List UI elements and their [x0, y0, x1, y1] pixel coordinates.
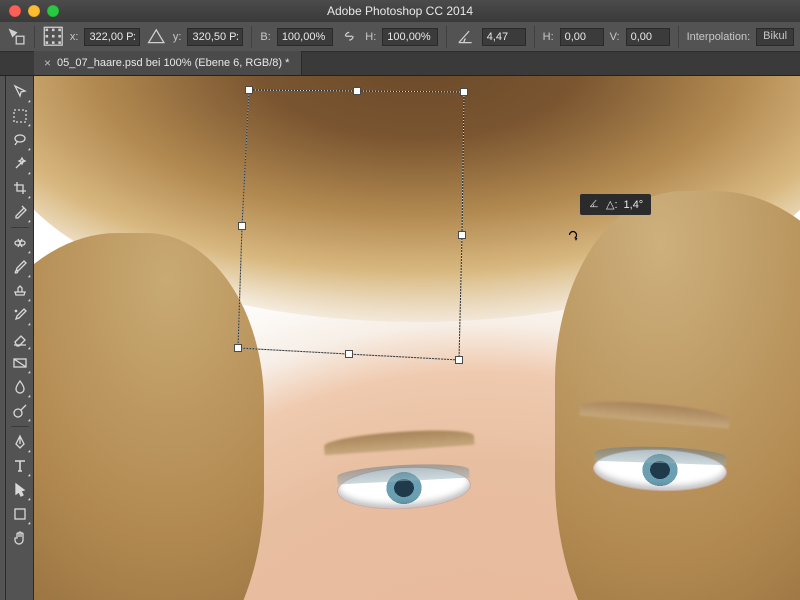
- options-bar: x: y: B: H: H: V: Interpolation: Bikul: [0, 22, 800, 52]
- interpolation-label: Interpolation:: [687, 31, 751, 43]
- blur-tool[interactable]: [8, 375, 32, 399]
- eyedropper-tool[interactable]: [8, 200, 32, 224]
- type-tool[interactable]: [8, 454, 32, 478]
- shape-tool[interactable]: [8, 502, 32, 526]
- transform-angle-tooltip: △: 1,4°: [580, 194, 651, 215]
- gradient-tool[interactable]: [8, 351, 32, 375]
- angle-tooltip-icon: [588, 197, 600, 212]
- angle-tooltip-prefix: △:: [606, 198, 618, 211]
- close-tab-icon[interactable]: ×: [44, 57, 51, 69]
- transform-handle-sw[interactable]: [234, 344, 242, 352]
- document-tab[interactable]: × 05_07_haare.psd bei 100% (Ebene 6, RGB…: [34, 51, 302, 75]
- zoom-window-button[interactable]: [47, 5, 59, 17]
- document-tab-strip: × 05_07_haare.psd bei 100% (Ebene 6, RGB…: [0, 52, 800, 76]
- tools-panel: [6, 76, 34, 600]
- spot-heal-tool[interactable]: [8, 231, 32, 255]
- workspace: △: 1,4°: [0, 76, 800, 600]
- path-select-tool[interactable]: [8, 478, 32, 502]
- width-pct-label: B:: [260, 31, 270, 43]
- height-pct-field[interactable]: [382, 28, 438, 46]
- app-title: Adobe Photoshop CC 2014: [0, 4, 800, 18]
- transform-handle-n[interactable]: [353, 87, 361, 95]
- history-brush-tool[interactable]: [8, 303, 32, 327]
- transform-handle-w[interactable]: [238, 222, 246, 230]
- pen-tool[interactable]: [8, 430, 32, 454]
- transform-handle-ne[interactable]: [460, 88, 468, 96]
- transform-handle-s[interactable]: [345, 350, 353, 358]
- dodge-tool[interactable]: [8, 399, 32, 423]
- window-controls: [9, 5, 59, 17]
- y-label: y:: [173, 31, 182, 43]
- document-canvas[interactable]: △: 1,4°: [34, 76, 800, 600]
- transform-handle-e[interactable]: [458, 231, 466, 239]
- link-icon[interactable]: [339, 26, 359, 48]
- x-field[interactable]: [84, 28, 140, 46]
- y-field[interactable]: [187, 28, 243, 46]
- reference-point-icon[interactable]: [43, 26, 63, 48]
- angle-icon: [455, 26, 475, 48]
- skew-v-field[interactable]: [626, 28, 670, 46]
- minimize-window-button[interactable]: [28, 5, 40, 17]
- marquee-tool[interactable]: [8, 104, 32, 128]
- height-pct-label: H:: [365, 31, 376, 43]
- skew-h-field[interactable]: [560, 28, 604, 46]
- transform-tool-icon: [6, 26, 26, 48]
- close-window-button[interactable]: [9, 5, 21, 17]
- lasso-tool[interactable]: [8, 128, 32, 152]
- skew-v-label: V:: [610, 31, 620, 43]
- delta-icon[interactable]: [146, 26, 166, 48]
- magic-wand-tool[interactable]: [8, 152, 32, 176]
- x-label: x:: [70, 31, 79, 43]
- angle-tooltip-value: 1,4°: [624, 199, 644, 211]
- window-titlebar: Adobe Photoshop CC 2014: [0, 0, 800, 22]
- skew-h-label: H:: [543, 31, 554, 43]
- canvas-image: [34, 76, 800, 600]
- interpolation-dropdown[interactable]: Bikul: [756, 28, 794, 46]
- transform-handle-se[interactable]: [455, 356, 463, 364]
- brush-tool[interactable]: [8, 255, 32, 279]
- width-pct-field[interactable]: [277, 28, 333, 46]
- transform-handle-nw[interactable]: [245, 86, 253, 94]
- eraser-tool[interactable]: [8, 327, 32, 351]
- document-tab-label: 05_07_haare.psd bei 100% (Ebene 6, RGB/8…: [57, 57, 289, 69]
- move-tool[interactable]: [8, 80, 32, 104]
- rotate-cursor-icon: [566, 228, 580, 242]
- clone-stamp-tool[interactable]: [8, 279, 32, 303]
- hand-tool[interactable]: [8, 526, 32, 550]
- angle-field[interactable]: [482, 28, 526, 46]
- crop-tool[interactable]: [8, 176, 32, 200]
